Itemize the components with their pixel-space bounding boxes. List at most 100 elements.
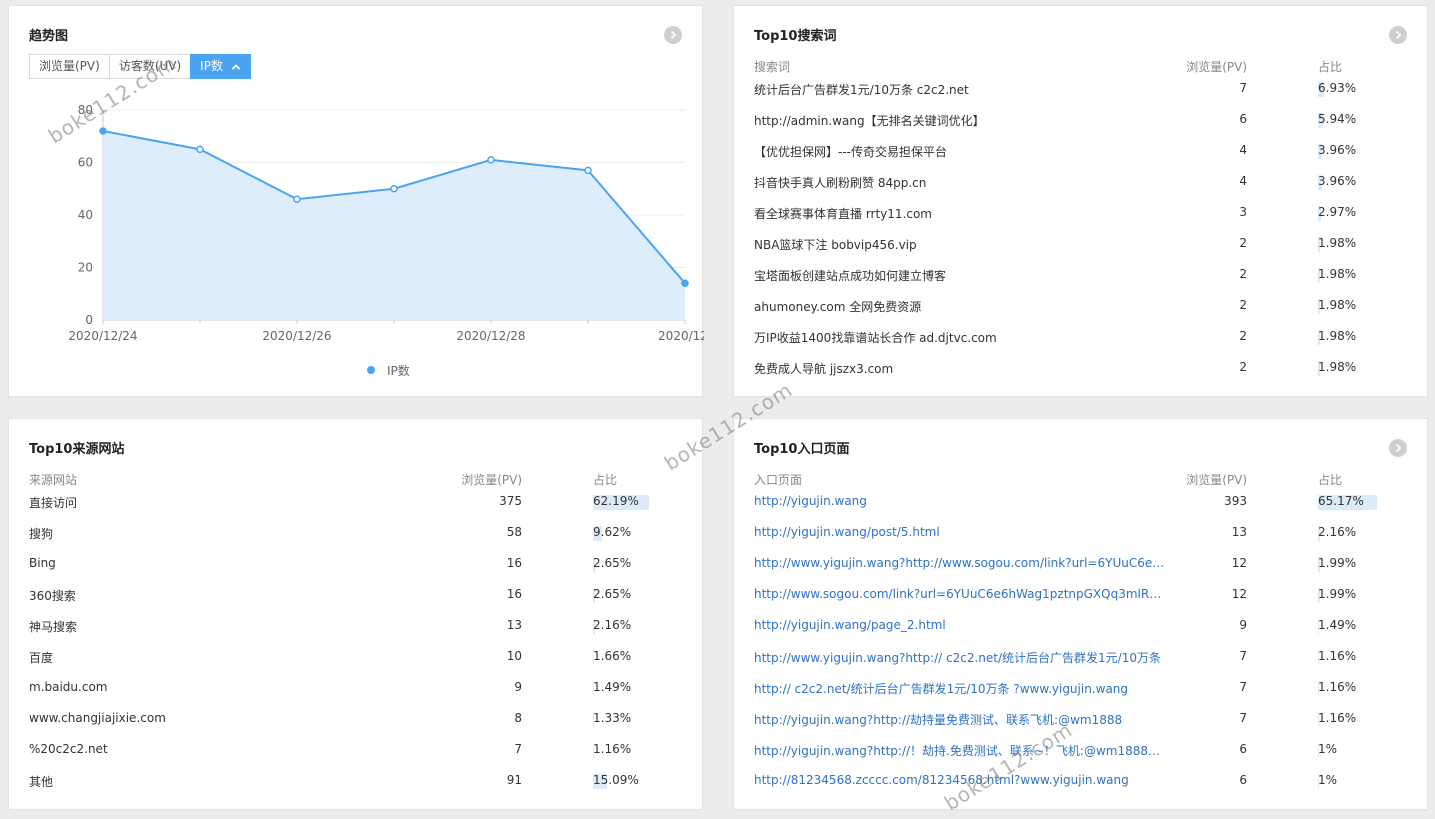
col-header-pct: 占比: [1318, 60, 1343, 74]
y-tick-label: 0: [85, 313, 93, 327]
row-pct-text: 1.16%: [1318, 680, 1357, 694]
row-pv: 7: [1239, 81, 1247, 95]
col-header-pv: 浏览量(PV): [1186, 473, 1247, 487]
row-pct: 1.49%: [593, 680, 631, 696]
row-pv: 7: [1239, 649, 1247, 663]
entry-pages-table: 入口页面 浏览量(PV) 占比 http://yigujin.wang 393 65.17…: [754, 471, 1377, 801]
table-row: %20c2c2.net 7 1.16%: [29, 739, 652, 770]
entry-page-link[interactable]: http://www.yigujin.wang?http:// c2c2.net…: [754, 649, 1161, 666]
row-pct: 2.65%: [593, 587, 631, 603]
table-row: 其他 91 15.09%: [29, 770, 652, 801]
table-header: 入口页面 浏览量(PV) 占比: [754, 471, 1377, 491]
row-pv: 9: [1239, 618, 1247, 632]
row-pct: 3.96%: [1318, 143, 1356, 159]
table-row: 万IP收益1400找靠谱站长合作 ad.djtvc.com 2 1.98%: [754, 326, 1377, 357]
search-words-title: Top10搜索词: [754, 29, 837, 44]
row-name: 搜狗: [29, 527, 54, 541]
source-sites-table: 来源网站 浏览量(PV) 占比 直接访问 375 62.19% 搜狗 58 9.62% Bing 1…: [29, 471, 652, 801]
row-pct-text: 1.16%: [1318, 649, 1357, 663]
row-pct-text: 1.98%: [1318, 236, 1357, 250]
row-pct: 62.19%: [593, 494, 649, 510]
entry-page-link[interactable]: http://81234568.zcccc.com/81234568.html?…: [754, 773, 1129, 787]
row-pv: 3: [1239, 205, 1247, 219]
col-header-name: 入口页面: [754, 473, 803, 487]
row-name: 360搜索: [29, 589, 76, 603]
row-name: 抖音快手真人刷粉刷赞 84pp.cn: [754, 176, 927, 190]
row-pct: 2.16%: [593, 618, 631, 634]
search-more-button[interactable]: [1389, 26, 1407, 44]
row-pv: 7: [1239, 711, 1247, 725]
row-pv: 13: [506, 618, 522, 632]
table-row: http://admin.wang【无排名关键词优化】 6 5.94%: [754, 109, 1377, 140]
row-pv: 6: [1239, 773, 1247, 787]
data-point: [681, 279, 689, 287]
table-row: http://yigujin.wang?http://！劫持.免费测试、联系~！…: [754, 739, 1377, 770]
y-tick-label: 40: [78, 208, 93, 222]
col-header-pct: 占比: [1318, 473, 1343, 487]
data-point: [487, 156, 495, 164]
row-pct: 1.16%: [1318, 680, 1356, 696]
table-row: http://www.yigujin.wang?http://www.sogou…: [754, 553, 1377, 584]
row-name: 神马搜索: [29, 620, 78, 634]
entry-pages-panel: Top10入口页面 入口页面 浏览量(PV) 占比 http://yigujin.wa…: [733, 418, 1428, 810]
table-row: 360搜索 16 2.65%: [29, 584, 652, 615]
table-row: 宝塔面板创建站点成功如何建立博客 2 1.98%: [754, 264, 1377, 295]
trend-more-button[interactable]: [664, 26, 682, 44]
row-pct-text: 2.65%: [593, 587, 632, 601]
row-pct-text: 1.98%: [1318, 298, 1357, 312]
row-pct-text: 62.19%: [593, 494, 639, 508]
row-pct-text: 2.16%: [593, 618, 632, 632]
table-row: http://yigujin.wang/post/5.html 13 2.16%: [754, 522, 1377, 553]
col-header-pv: 浏览量(PV): [1186, 60, 1247, 74]
row-pct: 1.16%: [1318, 649, 1356, 665]
row-pct: 1.98%: [1318, 236, 1356, 252]
source-sites-title: Top10来源网站: [29, 442, 125, 457]
row-pv: 375: [499, 494, 522, 508]
tab-pv[interactable]: 浏览量(PV): [29, 54, 110, 79]
chevron-right-icon: [1395, 443, 1402, 453]
entry-page-link[interactable]: http://yigujin.wang?http://劫持量免费测试、联系飞机:…: [754, 711, 1122, 728]
row-pct-text: 5.94%: [1318, 112, 1357, 126]
row-pct-text: 9.62%: [593, 525, 632, 539]
row-pct: 1.16%: [593, 742, 631, 758]
legend-marker: [367, 366, 375, 374]
row-pv: 2: [1239, 360, 1247, 374]
row-pct: 1%: [1318, 742, 1337, 758]
row-pv: 7: [514, 742, 522, 756]
entry-page-link[interactable]: http:// c2c2.net/统计后台广告群发1元/10万条 ?www.yi…: [754, 680, 1128, 697]
row-pv: 12: [1231, 556, 1247, 570]
row-name: Bing: [29, 556, 56, 570]
entry-more-button[interactable]: [1389, 439, 1407, 457]
row-name: www.changjiajixie.com: [29, 711, 166, 725]
table-row: 抖音快手真人刷粉刷赞 84pp.cn 4 3.96%: [754, 171, 1377, 202]
row-pct: 6.93%: [1318, 81, 1356, 97]
entry-page-link[interactable]: http://yigujin.wang/post/5.html: [754, 525, 940, 539]
chevron-up-icon: [231, 63, 241, 70]
row-pv: 91: [506, 773, 522, 787]
row-name: 百度: [29, 651, 54, 665]
row-name: 万IP收益1400找靠谱站长合作 ad.djtvc.com: [754, 331, 997, 345]
row-name: %20c2c2.net: [29, 742, 108, 756]
entry-page-link[interactable]: http://www.sogou.com/link?url=6YUuC6e6hW…: [754, 587, 1166, 601]
row-pct-text: 1.66%: [593, 649, 632, 663]
row-pv: 8: [514, 711, 522, 725]
entry-page-link[interactable]: http://yigujin.wang/page_2.html: [754, 618, 946, 632]
row-pct: 2.97%: [1318, 205, 1356, 221]
entry-page-link[interactable]: http://www.yigujin.wang?http://www.sogou…: [754, 556, 1166, 570]
table-row: http://www.yigujin.wang?http:// c2c2.net…: [754, 646, 1377, 677]
row-pct: 1.98%: [1318, 298, 1356, 314]
entry-page-link[interactable]: http://yigujin.wang?http://！劫持.免费测试、联系~！…: [754, 742, 1166, 759]
row-pct: 1.98%: [1318, 267, 1356, 283]
entry-page-link[interactable]: http://yigujin.wang: [754, 494, 867, 508]
row-pv: 16: [506, 556, 522, 570]
tab-uv[interactable]: 访客数(UV): [108, 54, 192, 79]
data-point: [390, 185, 398, 193]
tab-ip[interactable]: IP数: [190, 54, 251, 79]
data-point: [584, 166, 592, 175]
row-pct-text: 15.09%: [593, 773, 639, 787]
chevron-right-icon: [1395, 30, 1402, 40]
row-name: m.baidu.com: [29, 680, 108, 694]
table-header: 搜索词 浏览量(PV) 占比: [754, 58, 1377, 78]
row-name: NBA篮球下注 bobvip456.vip: [754, 238, 917, 252]
row-pct-text: 2.97%: [1318, 205, 1357, 219]
